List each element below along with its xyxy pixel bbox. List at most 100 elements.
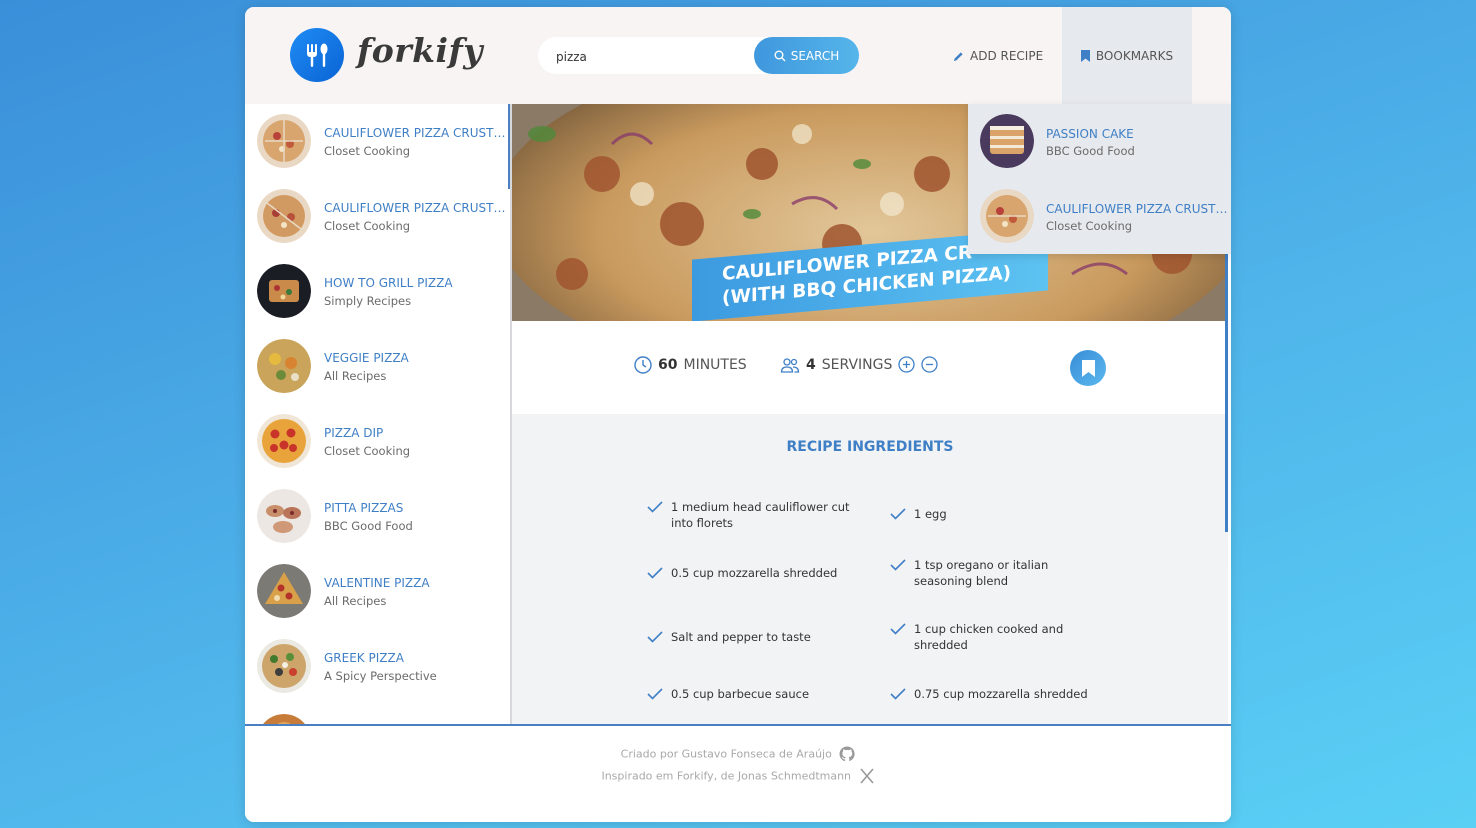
result-thumbnail	[257, 639, 311, 693]
bookmarks-button[interactable]: BOOKMARKS	[1062, 7, 1192, 104]
bookmark-item[interactable]: PASSION CAKE BBC Good Food	[968, 104, 1231, 179]
result-item[interactable]: PIZZA DIP Closet Cooking	[245, 404, 510, 479]
add-recipe-button[interactable]: ADD RECIPE	[953, 47, 1043, 65]
result-publisher: Simply Recipes	[324, 294, 412, 308]
search-button[interactable]: SEARCH	[754, 37, 859, 74]
ingredient-text: 0.75 cup mozzarella shredded	[914, 687, 1088, 701]
search-form: SEARCH	[538, 37, 859, 74]
ingredient-item: 1 tsp oregano or italian seasoning blend	[890, 558, 1110, 627]
result-item[interactable]: GREEK PIZZA A Spicy Perspective	[245, 629, 510, 704]
result-title: VEGGIE PIZZA	[324, 351, 409, 365]
ingredient-text: Salt and pepper to taste	[671, 630, 811, 644]
result-thumbnail	[257, 114, 311, 168]
search-icon	[774, 50, 786, 61]
bookmark-publisher: Closet Cooking	[1046, 219, 1133, 233]
bookmark-icon	[1080, 49, 1090, 62]
fork-knife-icon[interactable]	[859, 768, 875, 784]
logo-icon	[290, 28, 344, 82]
ingredients-column-right: 1 egg 1 tsp oregano or italian seasoning…	[890, 499, 1110, 724]
ingredient-item: Salt and pepper to taste	[647, 627, 867, 691]
ingredients-heading: RECIPE INGREDIENTS	[786, 439, 954, 455]
result-item[interactable]: HOW TO GRILL PIZZA Simply Recipes	[245, 254, 510, 329]
result-item[interactable]: CAULIFLOWER PIZZA CRUST ... Closet Cooki…	[245, 179, 510, 254]
cooking-time: 60 MINUTES	[634, 356, 747, 374]
results-scrollbar[interactable]	[508, 104, 510, 189]
minutes-label: MINUTES	[683, 357, 747, 373]
ingredient-item: 0.75 cup mozzarella shredded	[890, 687, 1110, 724]
result-publisher: All Recipes	[324, 594, 387, 608]
ingredient-text: 1 tsp oregano or italian seasoning blend	[914, 558, 1049, 588]
bookmark-thumbnail	[980, 114, 1034, 168]
github-icon[interactable]	[839, 746, 855, 762]
check-icon	[890, 623, 906, 635]
increase-servings-button[interactable]	[898, 356, 916, 373]
result-title: HOW TO GRILL PIZZA	[324, 276, 453, 290]
bookmarks-dropdown: PASSION CAKE BBC Good Food CAULIFLOWER P…	[968, 104, 1231, 254]
check-icon	[647, 688, 663, 700]
ingredient-item: 0.5 cup barbecue sauce	[647, 687, 867, 724]
result-title: CAULIFLOWER PIZZA CRUST ...	[324, 126, 508, 140]
minus-circle-icon	[921, 356, 939, 373]
result-item[interactable]: CAULIFLOWER PIZZA CRUST ... Closet Cooki…	[245, 104, 510, 179]
check-icon	[890, 508, 906, 520]
bookmark-filled-icon	[1081, 359, 1095, 377]
result-title: GREEK PIZZA	[324, 651, 404, 665]
bookmark-title: CAULIFLOWER PIZZA CRUST ...	[1046, 202, 1230, 216]
plus-circle-icon	[898, 356, 916, 373]
servings: 4 SERVINGS	[780, 356, 939, 373]
result-publisher: Closet Cooking	[324, 219, 411, 233]
ingredient-text: 0.5 cup mozzarella shredded	[671, 566, 838, 580]
ingredient-text: 0.5 cup barbecue sauce	[671, 687, 810, 701]
header: forkify SEARCH ADD RECIPE BOOKMARKS	[245, 7, 1231, 104]
result-thumbnail	[257, 564, 311, 618]
search-input[interactable]	[554, 46, 748, 68]
result-publisher: All Recipes	[324, 369, 387, 383]
result-thumbnail	[257, 414, 311, 468]
ingredients-column-left: 1 medium head cauliflower cut into flore…	[647, 499, 867, 724]
ingredient-text: 1 cup chicken cooked and shredded	[914, 622, 1064, 652]
bookmark-publisher: BBC Good Food	[1046, 144, 1135, 158]
clock-icon	[634, 356, 652, 374]
result-publisher: A Spicy Perspective	[324, 669, 437, 683]
minutes-value: 60	[658, 357, 678, 373]
check-icon	[890, 559, 906, 571]
add-recipe-label: ADD RECIPE	[970, 49, 1044, 63]
logo-text: forkify	[357, 31, 483, 70]
bookmark-item[interactable]: CAULIFLOWER PIZZA CRUST ... Closet Cooki…	[968, 179, 1231, 254]
bookmark-recipe-button[interactable]	[1070, 350, 1106, 386]
check-icon	[647, 567, 663, 579]
ingredient-item: 1 cup chicken cooked and shredded	[890, 622, 1110, 691]
footer-credit-text: Criado por Gustavo Fonseca de Araújo	[620, 747, 832, 761]
search-button-label: SEARCH	[790, 48, 840, 63]
footer-inspiration: Inspirado em Forkify, de Jonas Schmedtma…	[245, 768, 1231, 784]
bookmarks-label: BOOKMARKS	[1095, 48, 1174, 63]
result-title: PITTA PIZZAS	[324, 501, 404, 515]
ingredient-text: 1 egg	[914, 507, 947, 521]
pencil-icon	[954, 51, 963, 61]
result-item[interactable]: VEGGIE PIZZA All Recipes	[245, 329, 510, 404]
result-title: PIZZA DIP	[324, 426, 384, 440]
result-thumbnail	[257, 264, 311, 318]
check-icon	[890, 688, 906, 700]
result-item[interactable]: VALENTINE PIZZA All Recipes	[245, 554, 510, 629]
recipe-details: 60 MINUTES 4 SERVINGS	[512, 321, 1228, 414]
app-window: forkify SEARCH ADD RECIPE BOOKMARKS	[245, 7, 1231, 822]
ingredient-item: 1 egg	[890, 499, 1110, 563]
footer: Criado por Gustavo Fonseca de Araújo Ins…	[245, 724, 1231, 822]
footer-credit: Criado por Gustavo Fonseca de Araújo	[245, 746, 1231, 762]
result-publisher: BBC Good Food	[324, 519, 413, 533]
result-item[interactable]: PITTA PIZZAS BBC Good Food	[245, 479, 510, 554]
ingredient-item: 1 medium head cauliflower cut into flore…	[647, 499, 867, 563]
footer-inspiration-text: Inspirado em Forkify, de Jonas Schmedtma…	[601, 769, 852, 783]
bookmark-title: PASSION CAKE	[1046, 127, 1134, 141]
ingredient-text: 1 medium head cauliflower cut into flore…	[671, 500, 850, 530]
result-item[interactable]	[245, 704, 510, 724]
result-thumbnail	[257, 489, 311, 543]
decrease-servings-button[interactable]	[921, 356, 939, 373]
ingredient-item: 0.5 cup mozzarella shredded	[647, 563, 867, 627]
users-icon	[780, 357, 800, 373]
result-thumbnail	[257, 189, 311, 243]
check-icon	[647, 501, 663, 513]
result-publisher: Closet Cooking	[324, 144, 411, 158]
bookmark-thumbnail	[980, 189, 1034, 243]
